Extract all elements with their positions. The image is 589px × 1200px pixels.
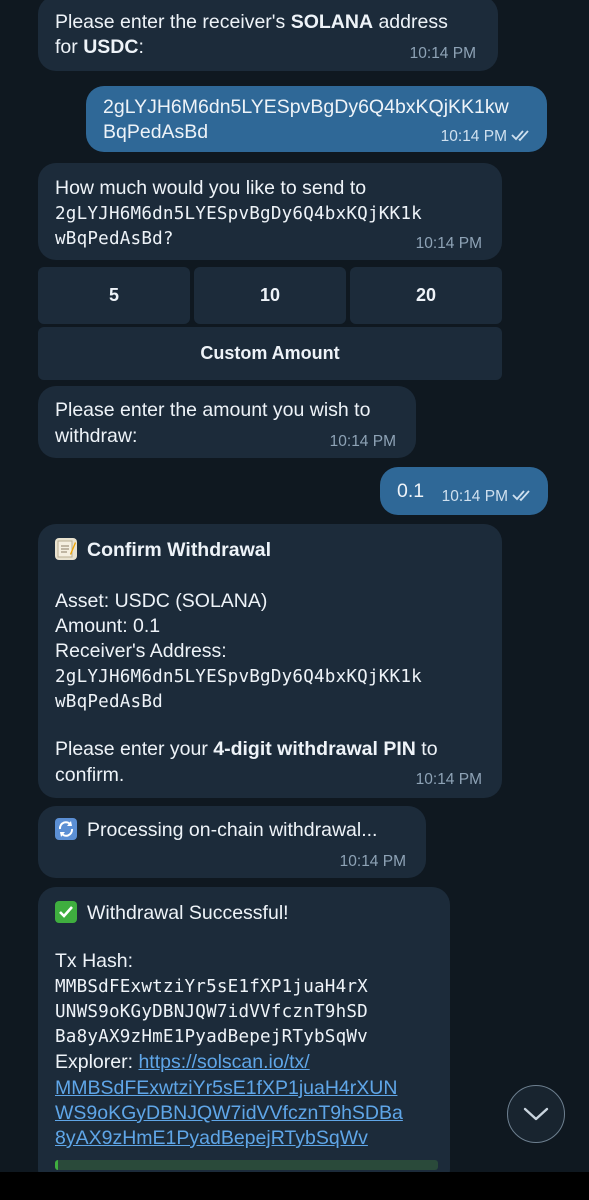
pin-emphasis: 4-digit withdrawal PIN bbox=[213, 738, 416, 760]
tx-hash: MMBSdFExwtziYr5sE1fXP1juaH4rX bbox=[55, 977, 368, 997]
message-text: address bbox=[373, 11, 448, 33]
pin-prompt: Please enter your 4-digit withdrawal PIN… bbox=[55, 737, 438, 762]
message-text: : bbox=[138, 36, 144, 58]
receiver-label: Receiver's Address: bbox=[55, 640, 227, 662]
user-message-amount: 0.1 10:14 PM bbox=[380, 467, 548, 515]
message-text: BqPedAsBd bbox=[103, 121, 209, 143]
user-message-address: 2gLYJH6M6dn5LYESpvBgDy6Q4bxKQjKK1kw BqPe… bbox=[86, 86, 547, 152]
receiver-address: wBqPedAsBd? bbox=[55, 229, 174, 249]
message-text: for bbox=[55, 36, 84, 58]
message-time: 10:14 PM bbox=[409, 45, 476, 62]
message-time: 10:14 PM bbox=[442, 484, 534, 509]
bottom-bar bbox=[0, 1172, 589, 1200]
message-time: 10:14 PM bbox=[415, 771, 482, 788]
success-title: Withdrawal Successful! bbox=[87, 902, 289, 924]
message-time: 10:14 PM bbox=[415, 235, 482, 252]
double-check-icon bbox=[511, 130, 529, 142]
amount-line: Amount: 0.1 bbox=[55, 615, 161, 637]
explorer-link[interactable]: https://solscan.io/tx/ bbox=[138, 1051, 309, 1073]
success-title-row: Withdrawal Successful! bbox=[55, 901, 289, 926]
arrows-cycle-icon bbox=[55, 818, 77, 840]
explorer-row: Explorer: https://solscan.io/tx/ bbox=[55, 1050, 310, 1075]
message-text: How much would you like to send to bbox=[55, 177, 367, 199]
message-time: 10:14 PM bbox=[339, 853, 406, 870]
processing-text: Processing on-chain withdrawal... bbox=[87, 819, 378, 841]
confirm-title-row: Confirm Withdrawal bbox=[55, 538, 271, 563]
message-text: 0.1 bbox=[397, 480, 425, 502]
bot-message-withdraw-amount: Please enter the amount you wish to with… bbox=[38, 386, 416, 458]
explorer-label: Explorer: bbox=[55, 1051, 139, 1073]
message-time: 10:14 PM bbox=[441, 124, 533, 149]
message-time: 10:14 PM bbox=[329, 433, 396, 450]
time-text: 10:14 PM bbox=[440, 128, 507, 145]
tx-hash-label: Tx Hash: bbox=[55, 950, 134, 972]
bot-message-receiver-prompt: Please enter the receiver's SOLANA addre… bbox=[38, 0, 498, 71]
scroll-down-button[interactable] bbox=[507, 1085, 565, 1143]
bot-message-processing: Processing on-chain withdrawal... 10:14 … bbox=[38, 806, 426, 878]
chat-area[interactable]: Please enter the receiver's SOLANA addre… bbox=[0, 0, 589, 1172]
time-text: 10:14 PM bbox=[441, 488, 508, 505]
bot-message-confirm-withdrawal: Confirm Withdrawal Asset: USDC (SOLANA) … bbox=[38, 524, 502, 798]
custom-amount-button[interactable]: Custom Amount bbox=[38, 327, 502, 380]
message-text: 2gLYJH6M6dn5LYESpvBgDy6Q4bxKQjKK1kw bbox=[103, 96, 509, 118]
asset-name: USDC bbox=[83, 36, 139, 58]
message-text: Please enter the receiver's bbox=[55, 11, 291, 33]
message-text: to bbox=[415, 738, 438, 760]
memo-icon bbox=[55, 538, 77, 560]
amount-10-button[interactable]: 10 bbox=[194, 267, 346, 324]
amount-5-button[interactable]: 5 bbox=[38, 267, 190, 324]
amount-20-button[interactable]: 20 bbox=[350, 267, 502, 324]
receiver-address: wBqPedAsBd bbox=[55, 692, 163, 712]
asset-line: Asset: USDC (SOLANA) bbox=[55, 590, 268, 612]
confirm-title: Confirm Withdrawal bbox=[87, 539, 271, 561]
processing-row: Processing on-chain withdrawal... bbox=[55, 818, 377, 843]
chevron-down-icon bbox=[523, 1107, 549, 1121]
receiver-address: 2gLYJH6M6dn5LYESpvBgDy6Q4bxKQjKK1k bbox=[55, 204, 422, 224]
message-text: withdraw: bbox=[55, 425, 138, 447]
check-mark-icon bbox=[55, 901, 77, 923]
explorer-link[interactable]: MMBSdFExwtziYr5sE1fXP1juaH4rXUN bbox=[55, 1076, 397, 1101]
tx-hash: UNWS9oKGyDBNJQW7idVVfcznT9hSD bbox=[55, 1002, 368, 1022]
message-text: Please enter the amount you wish to bbox=[55, 399, 371, 421]
message-text: Please enter your bbox=[55, 738, 214, 760]
bot-message-success: Withdrawal Successful! Tx Hash: MMBSdFEx… bbox=[38, 887, 450, 1172]
receiver-address: 2gLYJH6M6dn5LYESpvBgDy6Q4bxKQjKK1k bbox=[55, 667, 422, 687]
chain-name: SOLANA bbox=[290, 11, 374, 33]
explorer-link[interactable]: WS9oKGyDBNJQW7idVVfcznT9hSDBa bbox=[55, 1101, 403, 1126]
link-preview-bar bbox=[55, 1160, 438, 1170]
tx-hash: Ba8yAX9zHmE1PyadBepejRTybSqWv bbox=[55, 1027, 368, 1047]
bot-message-amount-prompt: How much would you like to send to 2gLYJ… bbox=[38, 163, 502, 260]
explorer-link[interactable]: 8yAX9zHmE1PyadBepejRTybSqWv bbox=[55, 1126, 368, 1151]
double-check-icon bbox=[512, 490, 530, 502]
message-text: confirm. bbox=[55, 764, 125, 786]
